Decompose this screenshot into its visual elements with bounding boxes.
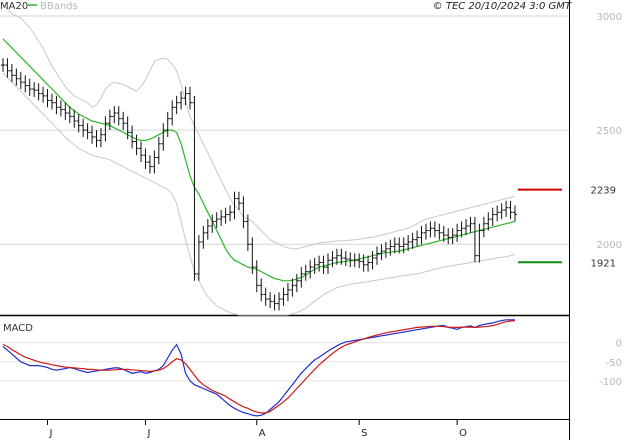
resistance-level-label: 2239 [591,186,616,197]
macd-pane [0,316,569,419]
x-tick-label: A [259,428,266,439]
chart-svg: 2239 1921 3000 2500 2000 0 -50 -100 J J A S O MA20… [0,0,622,440]
y-tick-labels: 3000 2500 2000 0 -50 -100 [597,12,622,388]
price-y-tick: 3000 [597,12,622,23]
macd-y-tick: 0 [616,339,622,350]
price-y-tick: 2500 [597,126,622,137]
macd-title: MACD [3,323,33,334]
chart-stage: 2239 1921 3000 2500 2000 0 -50 -100 J J A S O MA20… [0,0,627,440]
x-tick-labels: JJASO [47,419,467,439]
legend-ma-label: MA20 [0,1,28,12]
price-y-tick: 2000 [597,240,622,251]
macd-y-tick: -100 [599,377,622,388]
x-tick-label: J [146,428,150,439]
price-pane [0,0,569,315]
support-level-label: 1921 [591,258,616,269]
copyright-text: © TEC 20/10/2024 3:0 GMT [433,1,572,12]
x-tick-label: O [459,428,467,439]
x-tick-label: J [49,428,53,439]
macd-y-tick: -50 [606,358,622,369]
legend-bb-label: BBands [40,1,78,12]
x-tick-label: S [361,428,367,439]
